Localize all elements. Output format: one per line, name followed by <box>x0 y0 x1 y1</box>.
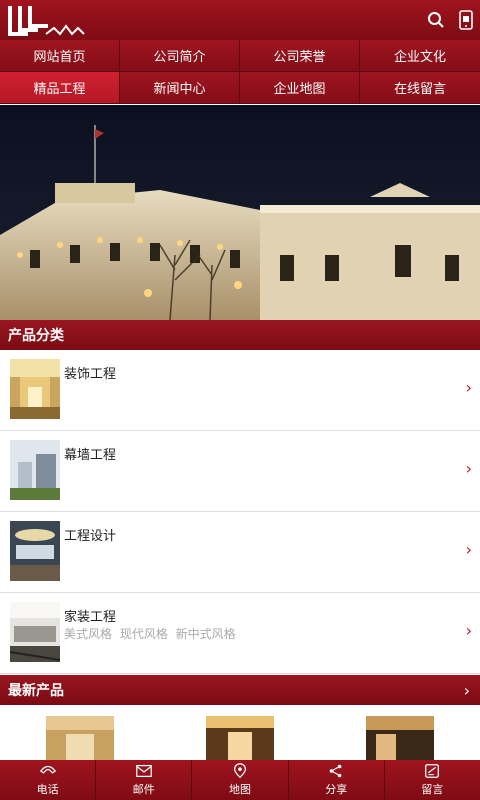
category-section-title: 产品分类 <box>8 328 64 344</box>
nav-message[interactable]: 在线留言 <box>360 72 480 104</box>
home-decoration-thumbnail <box>10 602 60 662</box>
category-label: 家装工程 <box>64 610 117 625</box>
engineering-design-thumbnail <box>10 521 60 581</box>
main-nav: 网站首页 公司简介 公司荣誉 企业文化 精品工程 新闻中心 企业地图 在线留言 <box>0 40 480 104</box>
chevron-right-icon: › <box>465 540 472 559</box>
chevron-right-icon: › <box>465 459 472 478</box>
nav-map[interactable]: 企业地图 <box>240 72 360 104</box>
footer-mail-button[interactable]: 邮件 <box>96 760 193 800</box>
mobile-icon[interactable] <box>454 8 478 32</box>
bottom-toolbar: 电话 邮件 地图 分享 留言 <box>0 760 480 800</box>
edit-icon <box>425 764 440 778</box>
footer-message-button[interactable]: 留言 <box>385 760 480 800</box>
footer-label: 留言 <box>421 783 444 796</box>
company-logo[interactable] <box>8 4 88 38</box>
map-pin-icon <box>233 763 247 779</box>
nav-culture[interactable]: 企业文化 <box>360 40 480 72</box>
category-item-curtain-wall[interactable]: 幕墙工程 › <box>0 431 480 512</box>
chevron-right-icon: › <box>465 378 472 397</box>
footer-phone-button[interactable]: 电话 <box>0 760 97 800</box>
nav-honors[interactable]: 公司荣誉 <box>240 40 360 72</box>
latest-product-thumbnail[interactable] <box>366 716 434 766</box>
category-label: 工程设计 <box>64 529 117 544</box>
latest-section-header[interactable]: 最新产品 › <box>0 675 480 705</box>
category-label: 装饰工程 <box>64 367 117 382</box>
curtain-wall-thumbnail <box>10 440 60 500</box>
chevron-right-icon: › <box>463 681 470 700</box>
nav-company-intro[interactable]: 公司简介 <box>120 40 240 72</box>
category-section-header: 产品分类 <box>0 320 480 350</box>
hero-banner-image[interactable] <box>0 105 480 320</box>
search-icon[interactable] <box>424 8 448 32</box>
footer-label: 邮件 <box>132 783 155 796</box>
top-bar <box>0 0 480 40</box>
chevron-right-icon: › <box>465 621 472 640</box>
footer-label: 电话 <box>36 783 59 796</box>
share-icon <box>329 764 342 778</box>
category-label: 幕墙工程 <box>64 448 117 463</box>
phone-icon <box>39 765 56 774</box>
nav-projects[interactable]: 精品工程 <box>0 72 120 104</box>
nav-home[interactable]: 网站首页 <box>0 40 120 72</box>
category-item-decoration[interactable]: 装饰工程 › <box>0 350 480 431</box>
category-item-engineering-design[interactable]: 工程设计 › <box>0 512 480 593</box>
decoration-thumbnail <box>10 359 60 419</box>
nav-news[interactable]: 新闻中心 <box>120 72 240 104</box>
category-item-home-decoration[interactable]: 家装工程 美式风格 现代风格 新中式风格 › <box>0 593 480 674</box>
footer-label: 分享 <box>325 783 348 796</box>
footer-map-button[interactable]: 地图 <box>192 760 289 800</box>
category-subtags: 美式风格 现代风格 新中式风格 <box>64 627 236 641</box>
latest-product-thumbnail[interactable] <box>206 716 274 766</box>
latest-product-thumbnail[interactable] <box>46 716 114 766</box>
latest-section-title: 最新产品 <box>8 683 64 699</box>
footer-share-button[interactable]: 分享 <box>289 760 385 800</box>
mail-icon <box>135 764 152 778</box>
footer-label: 地图 <box>229 783 251 796</box>
